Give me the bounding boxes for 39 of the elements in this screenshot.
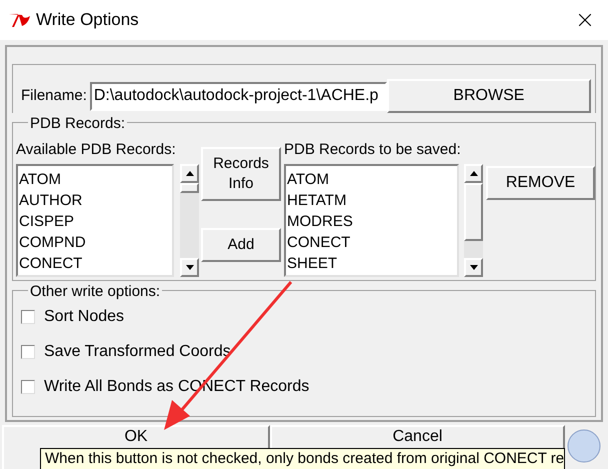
list-item[interactable]: COMPND bbox=[19, 232, 172, 253]
checkbox[interactable] bbox=[21, 310, 35, 324]
scrollbar[interactable] bbox=[180, 164, 199, 277]
list-label: Available PDB Records: bbox=[16, 141, 177, 159]
scrollbar[interactable] bbox=[464, 164, 483, 277]
browse-button[interactable]: BROWSE bbox=[386, 79, 591, 113]
scroll-thumb[interactable] bbox=[180, 183, 199, 193]
checkbox[interactable] bbox=[21, 345, 35, 359]
scroll-up-button[interactable] bbox=[180, 164, 199, 183]
list-label: PDB Records to be saved: bbox=[284, 141, 462, 159]
up-arrow-icon bbox=[470, 171, 478, 176]
list-item[interactable]: ATOM bbox=[287, 169, 457, 190]
checkbox-label: Save Transformed Coords bbox=[44, 342, 231, 362]
scroll-down-button[interactable] bbox=[180, 258, 199, 277]
filename-field[interactable]: D:\autodock\autodock-project-1\ACHE.p bbox=[90, 82, 387, 110]
remove-button[interactable]: REMOVE bbox=[486, 166, 595, 200]
list-item[interactable]: HETATM bbox=[287, 190, 457, 211]
checkbox-label: Sort Nodes bbox=[44, 307, 124, 327]
add-button[interactable]: Add bbox=[201, 228, 281, 262]
tooltip: When this button is not checked, only bonds created from original CONECT re bbox=[40, 448, 566, 469]
down-arrow-icon bbox=[186, 265, 194, 270]
scroll-down-button[interactable] bbox=[464, 258, 483, 277]
scroll-up-button[interactable] bbox=[464, 164, 483, 183]
record-list[interactable]: ATOM AUTHOR CISPEP COMPND CONECT bbox=[16, 164, 174, 277]
list-item[interactable]: CONECT bbox=[19, 253, 172, 274]
scroll-thumb[interactable] bbox=[464, 183, 483, 241]
list-item[interactable]: CISPEP bbox=[19, 211, 172, 232]
records-info-button[interactable]: Records Info bbox=[201, 147, 281, 201]
window-title: Write Options bbox=[36, 9, 139, 32]
list-item[interactable]: ATOM bbox=[19, 169, 172, 190]
down-arrow-icon bbox=[470, 265, 478, 270]
filename-label: Filename: bbox=[21, 86, 87, 106]
up-arrow-icon bbox=[186, 171, 194, 176]
list-item[interactable]: MODRES bbox=[287, 211, 457, 232]
record-list[interactable]: ATOM HETATM MODRES CONECT SHEET bbox=[284, 164, 459, 277]
list-item[interactable]: SHEET bbox=[287, 253, 457, 274]
checkbox[interactable] bbox=[21, 380, 35, 394]
list-item[interactable]: AUTHOR bbox=[19, 190, 172, 211]
list-item[interactable]: CONECT bbox=[287, 232, 457, 253]
